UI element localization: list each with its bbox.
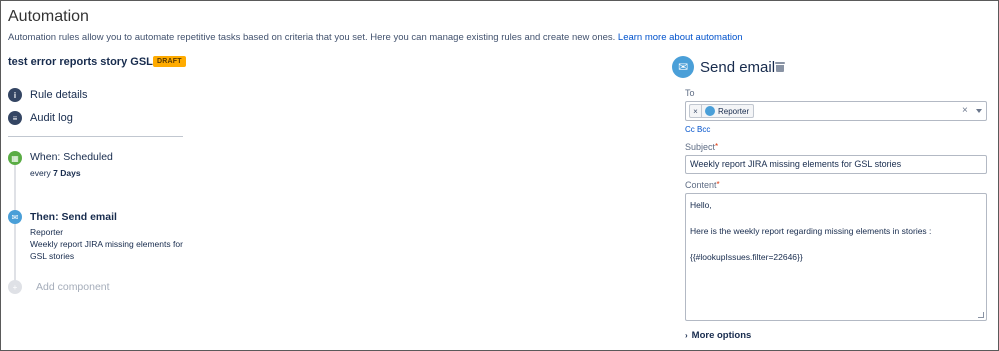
schedule-value: 7 Days bbox=[53, 168, 81, 178]
schedule-prefix: every bbox=[30, 168, 51, 178]
content-line: {{#lookupIssues.filter=22646}} bbox=[690, 252, 803, 262]
list-icon: ≡ bbox=[8, 111, 22, 125]
nav-item-rule-details[interactable]: i Rule details bbox=[8, 87, 87, 103]
nav-label: Audit log bbox=[30, 112, 73, 124]
add-icon[interactable]: + bbox=[8, 280, 22, 294]
content-label: Content* bbox=[685, 180, 720, 190]
info-icon: i bbox=[8, 88, 22, 102]
required-marker: * bbox=[716, 180, 720, 189]
trash-can bbox=[776, 65, 784, 72]
panel-title: Send email bbox=[700, 59, 776, 76]
remove-chip-icon[interactable]: × bbox=[690, 105, 702, 117]
resize-handle[interactable] bbox=[978, 312, 984, 318]
trash-icon[interactable] bbox=[775, 62, 785, 72]
subject-label-text: Subject bbox=[685, 142, 716, 152]
subject-input[interactable]: Weekly report JIRA missing elements for … bbox=[685, 155, 987, 174]
more-options-label: More options bbox=[691, 330, 752, 341]
trigger-step-schedule: every 7 Days bbox=[30, 167, 81, 179]
avatar bbox=[705, 106, 715, 116]
chevron-right-icon: › bbox=[685, 331, 688, 340]
learn-more-link[interactable]: Learn more about automation bbox=[618, 32, 743, 43]
timeline-connector bbox=[14, 165, 16, 285]
page-header: Automation bbox=[8, 8, 89, 26]
trigger-step-title[interactable]: When: Scheduled bbox=[30, 151, 113, 163]
email-icon: ✉ bbox=[8, 210, 22, 224]
content-line: Hello, bbox=[690, 200, 712, 210]
status-badge: DRAFT bbox=[153, 56, 186, 67]
nav-item-audit-log[interactable]: ≡ Audit log bbox=[8, 110, 73, 126]
nav-label: Rule details bbox=[30, 89, 88, 101]
calendar-icon: ▦ bbox=[8, 151, 22, 165]
chevron-down-icon[interactable] bbox=[976, 109, 982, 113]
email-icon: ✉ bbox=[672, 56, 694, 78]
trash-lid bbox=[775, 62, 785, 64]
to-label: To bbox=[685, 88, 695, 98]
divider bbox=[8, 136, 183, 137]
recipient-chip[interactable]: × Reporter bbox=[689, 104, 755, 118]
required-marker: * bbox=[715, 142, 719, 151]
content-line: Here is the weekly report regarding miss… bbox=[690, 226, 932, 236]
action-step-subject-line2: GSL stories bbox=[30, 251, 75, 261]
page-description: Automation rules allow you to automate r… bbox=[8, 32, 743, 43]
subject-label: Subject* bbox=[685, 142, 718, 152]
content-textarea[interactable]: Hello, Here is the weekly report regardi… bbox=[685, 193, 987, 321]
more-options-toggle[interactable]: › More options bbox=[685, 330, 751, 341]
clear-icon[interactable]: × bbox=[962, 105, 968, 116]
cc-bcc-link[interactable]: Cc Bcc bbox=[685, 125, 710, 134]
chip-label: Reporter bbox=[718, 106, 750, 116]
action-step-subject-line1: Weekly report JIRA missing elements for bbox=[30, 239, 183, 249]
rule-name[interactable]: test error reports story GSL bbox=[8, 56, 153, 68]
action-step-title[interactable]: Then: Send email bbox=[30, 211, 117, 223]
description-text: Automation rules allow you to automate r… bbox=[8, 32, 616, 43]
to-field[interactable]: × Reporter × bbox=[685, 101, 987, 121]
action-step-recipient: Reporter bbox=[30, 227, 64, 237]
content-label-text: Content bbox=[685, 180, 717, 190]
add-component-button[interactable]: Add component bbox=[36, 281, 110, 293]
page-title: Automation bbox=[8, 8, 89, 25]
